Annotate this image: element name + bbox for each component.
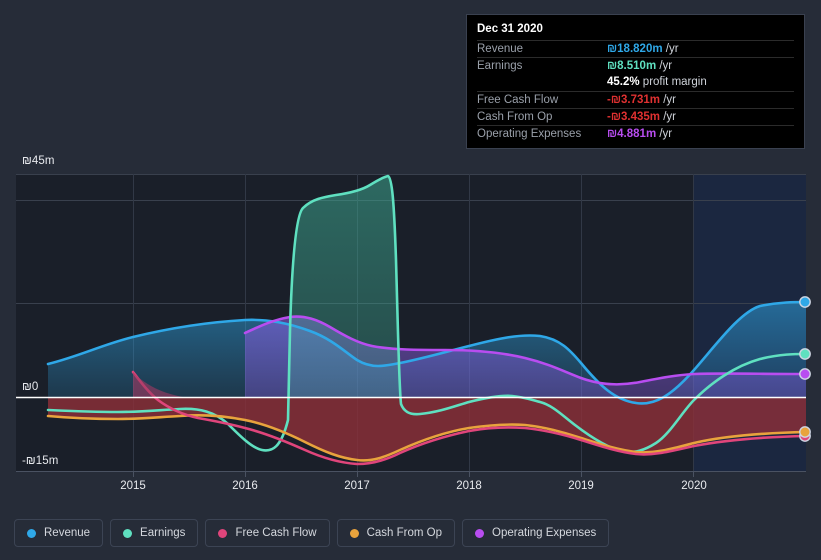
x-axis-label-2019: 2019 <box>568 480 594 492</box>
legend-item-operating-expenses[interactable]: Operating Expenses <box>462 519 609 547</box>
chart-legend: Revenue Earnings Free Cash Flow Cash Fro… <box>14 519 609 547</box>
endpoint-cfo <box>800 427 810 437</box>
legend-label-revenue: Revenue <box>44 527 90 539</box>
tooltip-row-profit-margin: 45.2% profit margin <box>477 74 794 91</box>
legend-item-revenue[interactable]: Revenue <box>14 519 103 547</box>
x-axis-label-2016: 2016 <box>232 480 258 492</box>
tooltip-label-revenue: Revenue <box>477 43 607 55</box>
tooltip-value-revenue: ₪18.820m /yr <box>607 43 679 55</box>
tooltip-label-earnings: Earnings <box>477 60 607 72</box>
tooltip-date: Dec 31 2020 <box>477 23 794 40</box>
x-axis-label-2017: 2017 <box>344 480 370 492</box>
legend-item-cash-from-op[interactable]: Cash From Op <box>337 519 455 547</box>
x-axis-label-2015: 2015 <box>120 480 146 492</box>
chart-tooltip: Dec 31 2020 Revenue ₪18.820m /yr Earning… <box>466 14 805 149</box>
x-axis-label-2018: 2018 <box>456 480 482 492</box>
legend-label-free-cash-flow: Free Cash Flow <box>235 527 316 539</box>
legend-dot-revenue-icon <box>27 529 36 538</box>
tooltip-label-cash-from-op: Cash From Op <box>477 111 607 123</box>
tooltip-value-earnings: ₪8.510m /yr <box>607 60 672 72</box>
legend-dot-operating-expenses-icon <box>475 529 484 538</box>
legend-dot-earnings-icon <box>123 529 132 538</box>
tooltip-label-free-cash-flow: Free Cash Flow <box>477 94 607 106</box>
legend-dot-cash-from-op-icon <box>350 529 359 538</box>
tooltip-value-profit-margin: 45.2% profit margin <box>607 76 707 88</box>
endpoint-earnings <box>800 349 810 359</box>
tooltip-value-free-cash-flow: -₪3.731m /yr <box>607 94 676 106</box>
legend-label-cash-from-op: Cash From Op <box>367 527 442 539</box>
tooltip-value-cash-from-op: -₪3.435m /yr <box>607 111 676 123</box>
tooltip-row-revenue: Revenue ₪18.820m /yr <box>477 40 794 57</box>
financial-chart: ₪45m ₪0 -₪15m 2015 2016 2017 2018 2019 2… <box>0 0 821 560</box>
tooltip-row-operating-expenses: Operating Expenses ₪4.881m /yr <box>477 125 794 142</box>
series-area-earnings <box>288 176 401 397</box>
legend-label-earnings: Earnings <box>140 527 185 539</box>
tooltip-row-earnings: Earnings ₪8.510m /yr <box>477 57 794 74</box>
tooltip-row-cash-from-op: Cash From Op -₪3.435m /yr <box>477 108 794 125</box>
tooltip-label-operating-expenses: Operating Expenses <box>477 128 607 140</box>
legend-item-free-cash-flow[interactable]: Free Cash Flow <box>205 519 329 547</box>
legend-label-operating-expenses: Operating Expenses <box>492 527 596 539</box>
y-axis-label-zero: ₪0 <box>22 381 38 393</box>
legend-dot-free-cash-flow-icon <box>218 529 227 538</box>
x-axis-label-2020: 2020 <box>681 480 707 492</box>
tooltip-value-operating-expenses: ₪4.881m /yr <box>607 128 672 140</box>
y-axis-label-bottom: -₪15m <box>22 455 58 467</box>
legend-item-earnings[interactable]: Earnings <box>110 519 198 547</box>
endpoint-opex <box>800 369 810 379</box>
tooltip-row-free-cash-flow: Free Cash Flow -₪3.731m /yr <box>477 91 794 108</box>
y-axis-label-top: ₪45m <box>22 155 55 167</box>
endpoint-revenue <box>800 297 810 307</box>
